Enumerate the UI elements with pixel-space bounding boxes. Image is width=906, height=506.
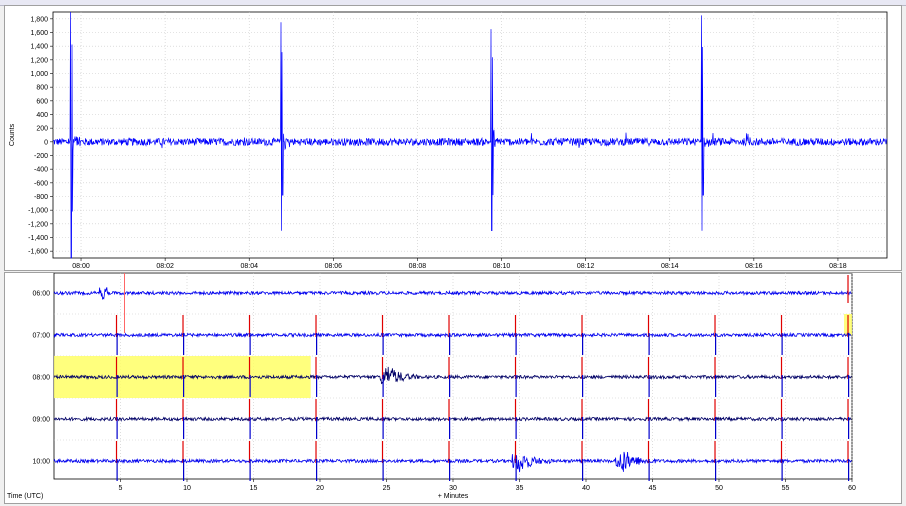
y-tick-label: 1,400 (30, 44, 48, 51)
y-tick-label: 600 (36, 98, 48, 105)
y-tick-label: -1,600 (28, 249, 48, 256)
x-tick-label: 20 (316, 485, 324, 492)
x-tick-label: 08:14 (661, 263, 679, 270)
y-tick-label: 1,800 (30, 16, 48, 23)
y-tick-label: 1,600 (30, 30, 48, 37)
zoomed-waveform-panel: 1,800 1,600 1,400 1,200 1,000 800 600 400 200 0 -2… (4, 5, 902, 271)
y-tick-label: 200 (36, 126, 48, 133)
x-tick-label: 08:16 (745, 263, 763, 270)
y-tick-label: -800 (34, 194, 48, 201)
y-tick-label: -1,000 (28, 208, 48, 215)
x-tick-label: 08:02 (156, 263, 174, 270)
row-time-label: 06:00 (32, 291, 50, 298)
x-tick-label: 5 (119, 485, 123, 492)
x-tick-label: 08:18 (829, 263, 847, 270)
y-tick-label: -600 (34, 180, 48, 187)
x-tick-label: 60 (848, 485, 856, 492)
x-tick-label: 08:04 (240, 263, 258, 270)
x-tick-label: 50 (715, 485, 723, 492)
y-tick-label: -1,200 (28, 221, 48, 228)
x-tick-label: 30 (449, 485, 457, 492)
row-time-label: 07:00 (32, 333, 50, 340)
x-tick-label: 35 (516, 485, 524, 492)
helicorder-panel: 5 10 15 20 25 30 35 40 45 50 55 60 06:00 07:00 08:00 09… (4, 272, 902, 504)
seismogram-viewer: × 1,8001,6001,4001,2001,0008006004002000… (0, 0, 906, 506)
x-tick-label: 45 (649, 485, 657, 492)
helicorder-chart: 5 10 15 20 25 30 35 40 45 50 55 60 06:00 07:00 08:00 09… (7, 273, 856, 500)
y-axis-label: Time (UTC) (7, 493, 43, 500)
row-time-label: 08:00 (32, 375, 50, 382)
y-tick-label: 1,200 (30, 57, 48, 64)
x-tick-label: 10 (183, 485, 191, 492)
row-time-label: 09:00 (32, 417, 50, 424)
x-tick-label: 08:10 (493, 263, 511, 270)
x-tick-label: 40 (582, 485, 590, 492)
y-tick-label: 1,000 (30, 71, 48, 78)
y-tick-label: 400 (36, 112, 48, 119)
y-tick-label: -400 (34, 167, 48, 174)
x-tick-label: 08:12 (577, 263, 595, 270)
x-tick-label: 55 (782, 485, 790, 492)
y-tick-label: 0 (44, 139, 48, 146)
plot-area (52, 11, 888, 259)
y-tick-label: -200 (34, 153, 48, 160)
zoomed-waveform-chart: 1,800 1,600 1,400 1,200 1,000 800 600 400 200 0 -2… (9, 11, 888, 270)
y-tick-label: -1,400 (28, 235, 48, 242)
row-time-label: 10:00 (32, 459, 50, 466)
x-tick-label: 25 (383, 485, 391, 492)
x-tick-label: 08:06 (325, 263, 343, 270)
x-tick-label: 08:00 (72, 263, 90, 270)
x-tick-label: 15 (250, 485, 258, 492)
y-axis-label: Counts (9, 123, 16, 146)
x-axis-label: + Minutes (438, 493, 469, 500)
y-tick-label: 800 (36, 85, 48, 92)
x-tick-label: 08:08 (409, 263, 427, 270)
